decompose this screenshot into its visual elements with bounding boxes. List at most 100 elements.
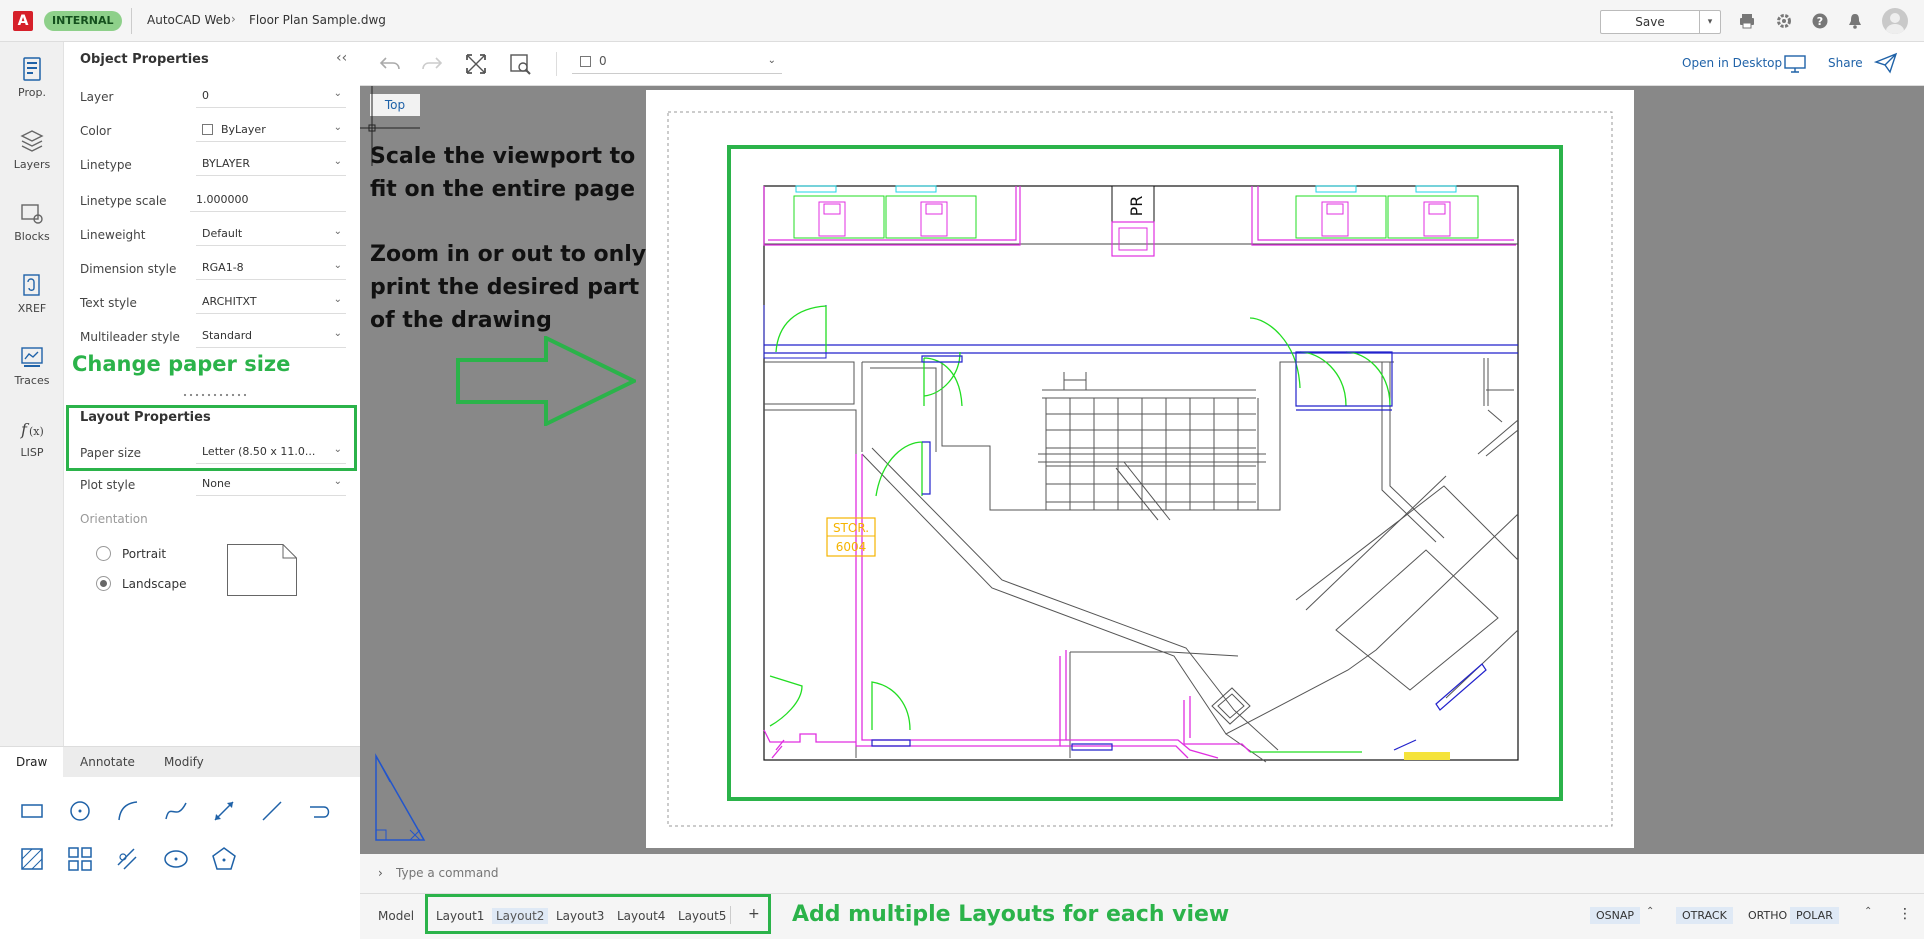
landscape-radio[interactable] [96, 576, 111, 591]
lisp-icon: f (x) [20, 420, 44, 439]
collapse-panel-icon[interactable]: ‹‹ [336, 50, 347, 66]
color-select[interactable]: ByLayer ⌄ [196, 118, 346, 142]
rail-item-lisp[interactable]: f (x) LISP [0, 406, 64, 472]
zoom-window-icon[interactable] [508, 52, 532, 76]
layers-icon [20, 130, 44, 152]
lineweight-select[interactable]: Default ⌄ [196, 222, 346, 246]
share-link[interactable]: Share [1828, 56, 1863, 70]
rail-item-blocks[interactable]: Blocks [0, 190, 64, 256]
gear-icon[interactable] [1775, 12, 1793, 30]
chevron-up-icon[interactable]: ⌃ [1864, 906, 1872, 917]
line-tool-icon[interactable] [258, 797, 286, 825]
command-input[interactable] [396, 866, 1196, 880]
chevron-down-icon: ⌄ [333, 328, 342, 339]
landscape-label: Landscape [122, 577, 187, 591]
prop-row-linetype: Linetype BYLAYER ⌄ [80, 152, 350, 178]
chevron-up-icon[interactable]: ⌃ [1646, 906, 1654, 917]
tab-draw[interactable]: Draw [0, 747, 64, 777]
blocks-icon [21, 204, 43, 224]
portrait-radio[interactable] [96, 546, 111, 561]
top-bar: A INTERNAL AutoCAD Web › Floor Plan Samp… [0, 0, 1924, 42]
layer-dropdown[interactable]: 0 ⌄ [572, 50, 782, 74]
rail-item-traces[interactable]: Traces [0, 334, 64, 400]
divider [730, 906, 731, 924]
print-icon[interactable] [1738, 12, 1756, 30]
array-tool-icon[interactable] [66, 845, 94, 873]
tab-layout1[interactable]: Layout1 [432, 908, 488, 924]
osnap-toggle[interactable]: OSNAP [1590, 907, 1641, 924]
polyline-tool-icon[interactable] [306, 797, 334, 825]
bell-icon[interactable] [1846, 12, 1864, 30]
circle-tool-icon[interactable] [66, 797, 94, 825]
save-button[interactable]: Save [1600, 10, 1700, 34]
help-icon[interactable]: ? [1811, 12, 1829, 30]
ellipse-tool-icon[interactable] [162, 845, 190, 873]
rail-item-layers[interactable]: Layers [0, 118, 64, 184]
prop-value: Default [202, 227, 243, 240]
spline-tool-icon[interactable] [162, 797, 190, 825]
dimension-style-select[interactable]: RGA1-8 ⌄ [196, 256, 346, 280]
tab-model[interactable]: Model [374, 908, 418, 924]
draw-tools-panel: Draw Annotate Modify [0, 746, 360, 939]
panel-resize-grip[interactable] [182, 392, 246, 398]
avatar[interactable] [1882, 8, 1908, 34]
plot-style-select[interactable]: None ⌄ [196, 472, 346, 496]
tab-annotate[interactable]: Annotate [64, 747, 151, 777]
linetype-select[interactable]: BYLAYER ⌄ [196, 152, 346, 176]
hatch-tool-icon[interactable] [18, 845, 46, 873]
prop-label: Paper size [80, 446, 142, 460]
tab-layout4[interactable]: Layout4 [613, 908, 669, 924]
annotation-zoom: Zoom in or out to only print the desired… [370, 242, 647, 333]
dimension-tool-icon[interactable] [210, 797, 238, 825]
rectangle-tool-icon[interactable] [18, 797, 46, 825]
linetype-scale-input[interactable]: 1.000000 [190, 188, 346, 212]
chevron-down-icon: ⌄ [333, 476, 342, 487]
undo-icon[interactable] [378, 52, 402, 76]
polar-toggle[interactable]: POLAR [1790, 907, 1839, 924]
panel-title: Object Properties [80, 52, 209, 67]
layer-color-swatch [580, 56, 591, 67]
chevron-down-icon: ⌄ [333, 444, 342, 455]
prop-value: 0 [202, 89, 209, 102]
tab-layout3[interactable]: Layout3 [552, 908, 608, 924]
chevron-down-icon: ⌄ [333, 156, 342, 167]
chevron-down-icon: ⌄ [333, 260, 342, 271]
prop-value: ARCHITXT [202, 295, 257, 308]
arc-tool-icon[interactable] [114, 797, 142, 825]
save-dropdown-button[interactable]: ▾ [1699, 10, 1721, 34]
partial-room-label: PR [1127, 196, 1146, 217]
room-label-number: 6004 [836, 540, 867, 554]
ortho-toggle[interactable]: ORTHO [1742, 907, 1793, 924]
monitor-icon[interactable] [1784, 54, 1806, 74]
otrack-toggle[interactable]: OTRACK [1676, 907, 1733, 924]
tab-layout5[interactable]: Layout5 [674, 908, 730, 924]
prop-row-text-style: Text style ARCHITXT ⌄ [80, 290, 350, 316]
tab-layout2[interactable]: Layout2 [492, 908, 549, 924]
rail-item-properties[interactable]: Prop. [0, 46, 64, 112]
prop-label: Linetype scale [80, 194, 167, 208]
paper-size-select[interactable]: Letter (8.50 x 11.0... ⌄ [196, 440, 346, 464]
tab-modify[interactable]: Modify [148, 747, 220, 777]
rail-label: Prop. [18, 86, 46, 99]
multileader-style-select[interactable]: Standard ⌄ [196, 324, 346, 348]
zoom-extents-icon[interactable] [464, 52, 488, 76]
prop-label: Dimension style [80, 262, 177, 276]
polygon-tool-icon[interactable] [210, 845, 238, 873]
chevron-down-icon: ⌄ [333, 88, 342, 99]
app-breadcrumb[interactable]: AutoCAD Web [147, 13, 231, 27]
redo-icon[interactable] [420, 52, 444, 76]
prop-value: ByLayer [221, 123, 266, 136]
prop-label: Lineweight [80, 228, 146, 242]
send-icon[interactable] [1874, 52, 1898, 74]
text-style-select[interactable]: ARCHITXT ⌄ [196, 290, 346, 314]
open-in-desktop-link[interactable]: Open in Desktop [1682, 56, 1782, 70]
more-options-icon[interactable]: ⋮ [1892, 904, 1918, 924]
prop-label: Linetype [80, 158, 132, 172]
prop-label: Layer [80, 90, 114, 104]
drawing-canvas[interactable]: Top Scale the viewport to fit on the ent… [360, 86, 1924, 854]
rail-item-xref[interactable]: XREF [0, 262, 64, 328]
add-layout-button[interactable]: + [744, 905, 764, 923]
chevron-down-icon: ⌄ [333, 294, 342, 305]
trim-tool-icon[interactable] [114, 845, 142, 873]
layer-select[interactable]: 0 ⌄ [196, 84, 346, 108]
